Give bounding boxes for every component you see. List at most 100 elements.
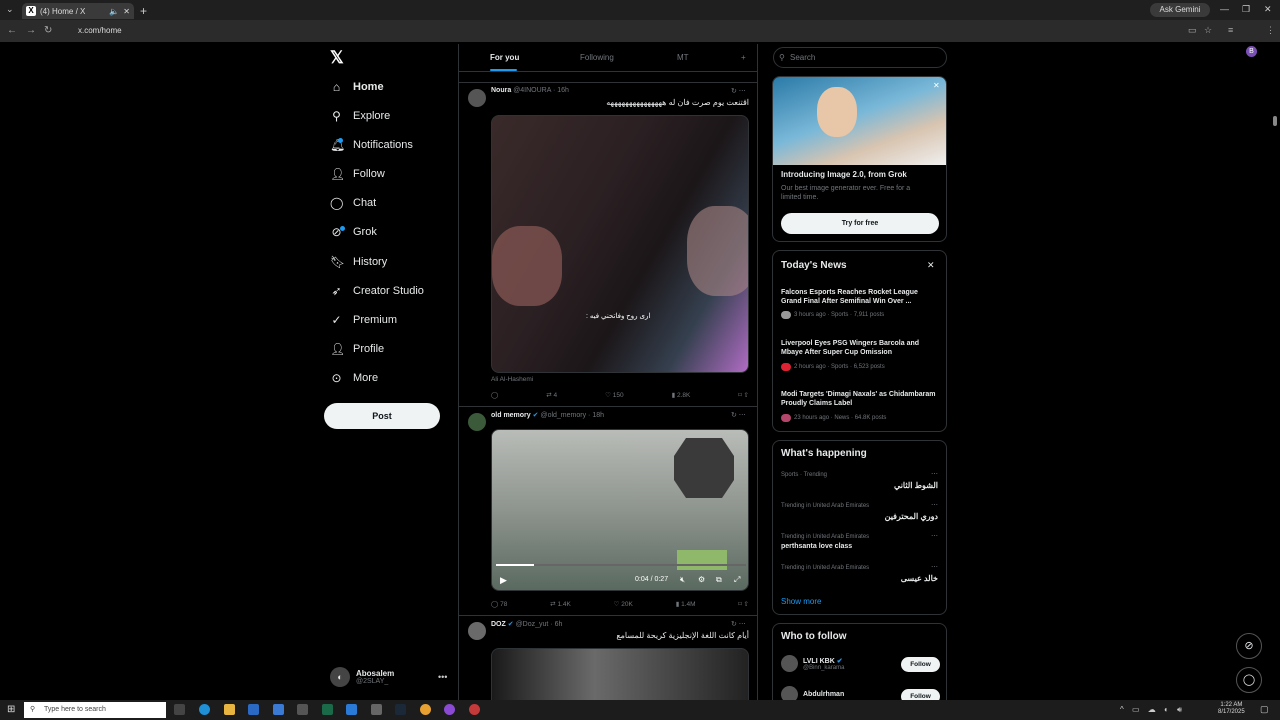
like-icon[interactable]: ♡ 150: [605, 391, 624, 399]
cast-icon[interactable]: ▭: [1188, 25, 1197, 36]
mute-icon[interactable]: 🔈: [109, 7, 119, 16]
tweet[interactable]: DOZ ✔ @Doz_yut · 6h ↻ ⋯ أيام كانت اللغة …: [459, 615, 757, 700]
nav-grok[interactable]: ⊘ Grok: [330, 225, 376, 239]
settings-icon[interactable]: [371, 704, 382, 715]
tweet-image[interactable]: [491, 648, 749, 700]
tab-mt[interactable]: MT: [677, 53, 689, 62]
fullscreen-icon[interactable]: ⤢: [734, 575, 740, 585]
taskbar-search[interactable]: ⚲ Type here to search: [24, 702, 166, 718]
x-logo-icon[interactable]: 𝕏: [330, 48, 344, 68]
reload-icon[interactable]: ↻: [44, 25, 52, 36]
url-field[interactable]: x.com/home: [62, 23, 1182, 39]
file-explorer-icon[interactable]: [224, 704, 235, 715]
browser-tab[interactable]: X (4) Home / X 🔈 ✕: [22, 3, 134, 19]
trend-more-icon[interactable]: ⋯: [931, 532, 938, 540]
tab-following[interactable]: Following: [580, 53, 614, 62]
minimize-icon[interactable]: —: [1220, 4, 1229, 14]
close-icon[interactable]: ✕: [927, 260, 935, 271]
mail-icon[interactable]: [248, 704, 259, 715]
trend-topic[interactable]: دوري المحترفين: [885, 512, 938, 521]
like-icon[interactable]: ♡ 20K: [614, 600, 633, 608]
nav-premium[interactable]: ✓ Premium: [330, 313, 397, 327]
tweet-video[interactable]: ارى روح وفاتحني فيه :: [491, 115, 749, 373]
trend-topic[interactable]: perthsanta love class: [781, 543, 852, 550]
app-icon[interactable]: [322, 704, 333, 715]
account-more-icon[interactable]: •••: [438, 672, 447, 682]
store-icon[interactable]: [273, 704, 284, 715]
steam-icon[interactable]: [395, 704, 406, 715]
nav-history[interactable]: 🔖︎ History: [330, 255, 387, 269]
notifications-icon[interactable]: ▢: [1260, 704, 1269, 715]
tweet-video[interactable]: ▶ 0:04 / 0:27 🔇︎ ⚙ ⧉ ⤢: [491, 429, 749, 591]
avatar[interactable]: [468, 89, 486, 107]
app-icon[interactable]: [444, 704, 455, 715]
trend-topic[interactable]: خالد عيسى: [901, 574, 938, 583]
pip-icon[interactable]: ⧉: [716, 575, 722, 585]
post-button[interactable]: Post: [324, 403, 440, 429]
tweet[interactable]: Noura @4INOURA · 16h ↻ ⋯ اقتنعت يوم صرت …: [459, 82, 757, 406]
search-input[interactable]: ⚲ Search: [773, 47, 947, 68]
app-icon[interactable]: [297, 704, 308, 715]
tweet-more-icon[interactable]: ↻ ⋯: [731, 87, 746, 95]
mute-icon[interactable]: 🔇︎: [680, 575, 685, 585]
tab-for-you[interactable]: For you: [490, 53, 519, 62]
tweet-time[interactable]: 18h: [592, 412, 604, 419]
ask-gemini-button[interactable]: Ask Gemini: [1150, 3, 1210, 17]
tweet-handle[interactable]: @Doz_yut: [516, 621, 549, 628]
forward-icon[interactable]: →: [26, 25, 36, 36]
reply-icon[interactable]: ◯: [491, 391, 498, 399]
try-for-free-button[interactable]: Try for free: [781, 213, 939, 234]
bookmark-icon[interactable]: ⌑ ⇧: [738, 391, 749, 399]
task-view-icon[interactable]: [174, 704, 185, 715]
star-icon[interactable]: ☆: [1204, 25, 1212, 36]
close-tab-icon[interactable]: ✕: [123, 7, 134, 16]
nav-profile[interactable]: 👤︎ Profile: [330, 342, 384, 356]
close-window-icon[interactable]: ✕: [1264, 4, 1272, 15]
menu-icon[interactable]: ⋮: [1266, 25, 1275, 36]
edge-icon[interactable]: [199, 704, 210, 715]
profile-avatar[interactable]: B: [1246, 46, 1257, 57]
account-switcher[interactable]: ◐ Abosalem @2SLAY_: [330, 667, 394, 687]
show-more-link[interactable]: Show more: [781, 597, 821, 606]
nav-follow[interactable]: 👤︎ Follow: [330, 167, 385, 181]
news-headline[interactable]: Modi Targets 'Dimagi Naxals' as Chidamba…: [781, 390, 936, 408]
windows-start-icon[interactable]: ⊞: [7, 704, 15, 715]
avatar[interactable]: [468, 622, 486, 640]
extensions-icon[interactable]: ≡: [1228, 25, 1233, 35]
trend-topic[interactable]: الشوط الثاني: [894, 481, 938, 490]
bookmark-icon[interactable]: ⌑ ⇧: [738, 600, 749, 608]
chrome-icon[interactable]: [420, 704, 431, 715]
settings-icon[interactable]: ⚙: [698, 575, 705, 584]
nav-chat[interactable]: ◯ Chat: [330, 196, 376, 210]
repost-icon[interactable]: ⇄ 4: [546, 391, 557, 399]
messages-fab-icon[interactable]: ◯: [1236, 667, 1262, 693]
tab-list-icon[interactable]: ⌄: [6, 4, 14, 15]
views-icon[interactable]: ▮ 1.4M: [676, 600, 696, 608]
avatar[interactable]: [468, 413, 486, 431]
tweet-time[interactable]: 6h: [555, 621, 563, 628]
follow-suggestion[interactable]: LVLI KBK ✔ @Binn_karama: [781, 655, 844, 672]
news-headline[interactable]: Falcons Esports Reaches Rocket League Gr…: [781, 288, 936, 306]
trend-more-icon[interactable]: ⋯: [931, 470, 938, 478]
new-tab-button[interactable]: +: [140, 4, 147, 18]
reply-icon[interactable]: ◯ 78: [491, 600, 507, 608]
tweet-handle[interactable]: @4INOURA: [513, 87, 551, 94]
restore-icon[interactable]: ❐: [1242, 4, 1250, 15]
play-icon[interactable]: ▶: [500, 575, 507, 586]
tweet-author[interactable]: old memory: [491, 412, 531, 419]
add-tab-icon[interactable]: +: [741, 53, 746, 62]
video-progress[interactable]: [496, 564, 746, 566]
nav-home[interactable]: ⌂ Home: [330, 80, 384, 94]
tweet-author[interactable]: DOZ: [491, 621, 506, 628]
close-icon[interactable]: ✕: [933, 81, 940, 90]
nav-explore[interactable]: ⚲ Explore: [330, 109, 390, 123]
app-icon[interactable]: [469, 704, 480, 715]
grok-fab-icon[interactable]: ⊘: [1236, 633, 1262, 659]
scrollbar[interactable]: [1273, 116, 1277, 126]
system-tray-icons[interactable]: ^ ▭ ☁ ◐ 🔊︎: [1120, 705, 1185, 715]
tweet-time[interactable]: 16h: [557, 87, 569, 94]
tweet-more-icon[interactable]: ↻ ⋯: [731, 411, 746, 419]
nav-more[interactable]: ⊙ More: [330, 371, 378, 385]
taskbar-clock[interactable]: 1:22 AM 8/17/2025: [1218, 702, 1245, 716]
tweet-handle[interactable]: @old_memory: [540, 412, 586, 419]
